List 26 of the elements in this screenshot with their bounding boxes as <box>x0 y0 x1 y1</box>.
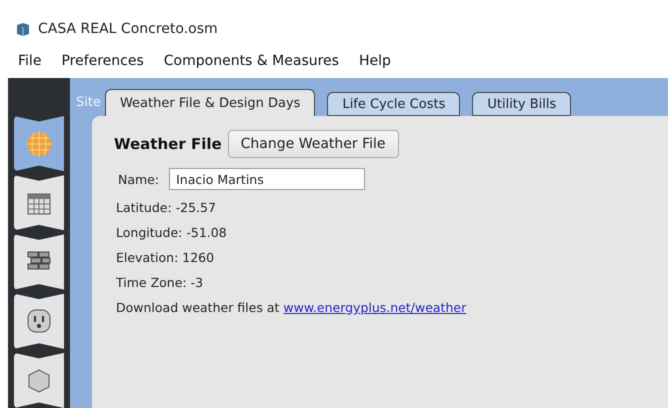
sidebar-tab[interactable] <box>14 175 64 230</box>
sidebar-tab[interactable] <box>14 294 64 349</box>
section-heading: Weather File <box>114 135 222 153</box>
field-text: Elevation: 1260 <box>116 250 216 265</box>
sidebar-tab[interactable] <box>14 116 64 172</box>
window-title: CASA REAL Concreto.osm <box>38 21 218 37</box>
field-text: Latitude: -25.57 <box>116 200 217 215</box>
menu-item[interactable]: File <box>8 53 52 69</box>
field-label: Name: <box>118 172 160 186</box>
field-text: Longitude: -51.08 <box>116 225 228 240</box>
name-field[interactable]: Inacio Martins <box>169 168 366 190</box>
cube-icon <box>16 22 30 36</box>
menu-item[interactable]: Components & Measures <box>154 53 349 69</box>
change-weather-file-button[interactable]: Change Weather File <box>228 130 399 158</box>
weather-link[interactable]: www.energyplus.net/weather <box>283 300 466 315</box>
section-label: Site <box>76 94 101 110</box>
menu-item[interactable]: Preferences <box>51 53 154 69</box>
download-text: Download weather files at www.energyplus.net/weather <box>116 300 468 315</box>
tab[interactable]: Life Cycle Costs <box>327 92 460 116</box>
tab[interactable]: Weather File & Design Days <box>104 89 316 117</box>
globe-icon <box>25 130 53 158</box>
field-text: Time Zone: -3 <box>116 275 204 290</box>
tab[interactable]: Utility Bills <box>472 92 572 116</box>
sidebar-tab[interactable] <box>14 352 64 408</box>
sidebar-tab[interactable] <box>14 234 64 290</box>
menu-item[interactable]: Help <box>348 53 401 69</box>
